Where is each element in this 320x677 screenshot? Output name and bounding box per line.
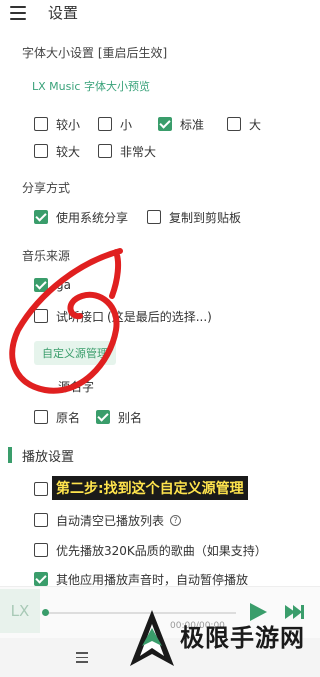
checkbox[interactable]: [147, 210, 161, 224]
share-section-title: 分享方式: [22, 181, 71, 195]
option-label: 优先播放320K品质的歌曲（如果支持）: [56, 543, 267, 558]
option-label: 其他应用播放声音时，自动暂停播放: [56, 572, 249, 587]
font-size-option-standard[interactable]: 标准: [158, 115, 204, 133]
checkbox[interactable]: [34, 513, 48, 527]
option-label: 试听接口: [56, 309, 105, 324]
option-label: 标准: [180, 117, 205, 132]
music-source-option-1[interactable]: ga: [34, 276, 71, 294]
share-option-clipboard[interactable]: 复制到剪贴板: [147, 208, 241, 226]
option-label: 较小: [56, 117, 81, 132]
option-note: (这是最后的选择...): [107, 309, 212, 324]
option-label: 原名: [56, 410, 81, 425]
playback-section-title: 播放设置: [22, 450, 75, 465]
checkbox[interactable]: [227, 117, 241, 131]
progress-handle[interactable]: [42, 609, 49, 616]
option-label: 非常大: [120, 144, 157, 159]
checkbox-checked[interactable]: [34, 278, 48, 292]
app-bar: 设置: [0, 0, 320, 28]
checkbox[interactable]: [34, 482, 48, 496]
checkbox[interactable]: [34, 117, 48, 131]
font-size-option-larger[interactable]: 较大: [34, 142, 80, 160]
font-size-option-very-large[interactable]: 非常大: [98, 142, 156, 160]
font-size-option-smaller[interactable]: 较小: [34, 115, 80, 133]
option-label: 复制到剪贴板: [169, 210, 242, 225]
hamburger-menu-icon[interactable]: [10, 6, 26, 20]
option-label: 使用系统分享: [56, 210, 129, 225]
section-accent-bar: [8, 447, 12, 463]
music-source-option-trial[interactable]: 试听接口 (这是最后的选择...): [34, 307, 212, 325]
source-name-option-alias[interactable]: 别名: [96, 408, 142, 426]
checkbox-checked[interactable]: [34, 572, 48, 586]
site-watermark: 极限手游网: [128, 604, 318, 674]
page-title: 设置: [48, 4, 79, 22]
option-label: 小: [120, 117, 133, 132]
checkbox[interactable]: [34, 144, 48, 158]
font-size-section-title: 字体大小设置 [重启后生效]: [22, 46, 168, 60]
font-size-preview: LX Music 字体大小预览: [32, 80, 150, 93]
font-size-option-small[interactable]: 小: [98, 115, 132, 133]
source-name-option-original[interactable]: 原名: [34, 408, 80, 426]
playback-option-prefer-320k[interactable]: 优先播放320K品质的歌曲（如果支持）: [34, 541, 267, 559]
music-source-section-title: 音乐来源: [22, 249, 71, 263]
checkbox-checked[interactable]: [34, 210, 48, 224]
checkbox[interactable]: [98, 117, 112, 131]
checkbox[interactable]: [34, 309, 48, 323]
checkbox[interactable]: [34, 410, 48, 424]
tutorial-caption: 第二步:找到这个自定义源管理: [52, 476, 248, 500]
option-label: ga: [56, 278, 71, 292]
watermark-text: 极限手游网: [180, 624, 305, 652]
player-logo[interactable]: LX: [0, 589, 40, 633]
info-icon[interactable]: ?: [170, 514, 182, 526]
option-label: 别名: [118, 410, 143, 425]
custom-source-manager-button[interactable]: 自定义源管理: [34, 341, 116, 365]
recent-apps-icon[interactable]: [76, 652, 88, 663]
option-label: 大: [249, 117, 262, 132]
watermark-logo-icon: [130, 610, 174, 666]
font-size-option-large[interactable]: 大: [227, 115, 261, 133]
playback-option-auto-clear[interactable]: 自动清空已播放列表 ?: [34, 511, 182, 529]
checkbox[interactable]: [98, 144, 112, 158]
checkbox-checked[interactable]: [96, 410, 110, 424]
option-label: 自动清空已播放列表: [56, 513, 165, 528]
share-option-system[interactable]: 使用系统分享: [34, 208, 128, 226]
checkbox[interactable]: [34, 543, 48, 557]
checkbox-checked[interactable]: [158, 117, 172, 131]
source-name-section-title: 源名字: [58, 380, 95, 394]
option-label: 较大: [56, 144, 81, 159]
